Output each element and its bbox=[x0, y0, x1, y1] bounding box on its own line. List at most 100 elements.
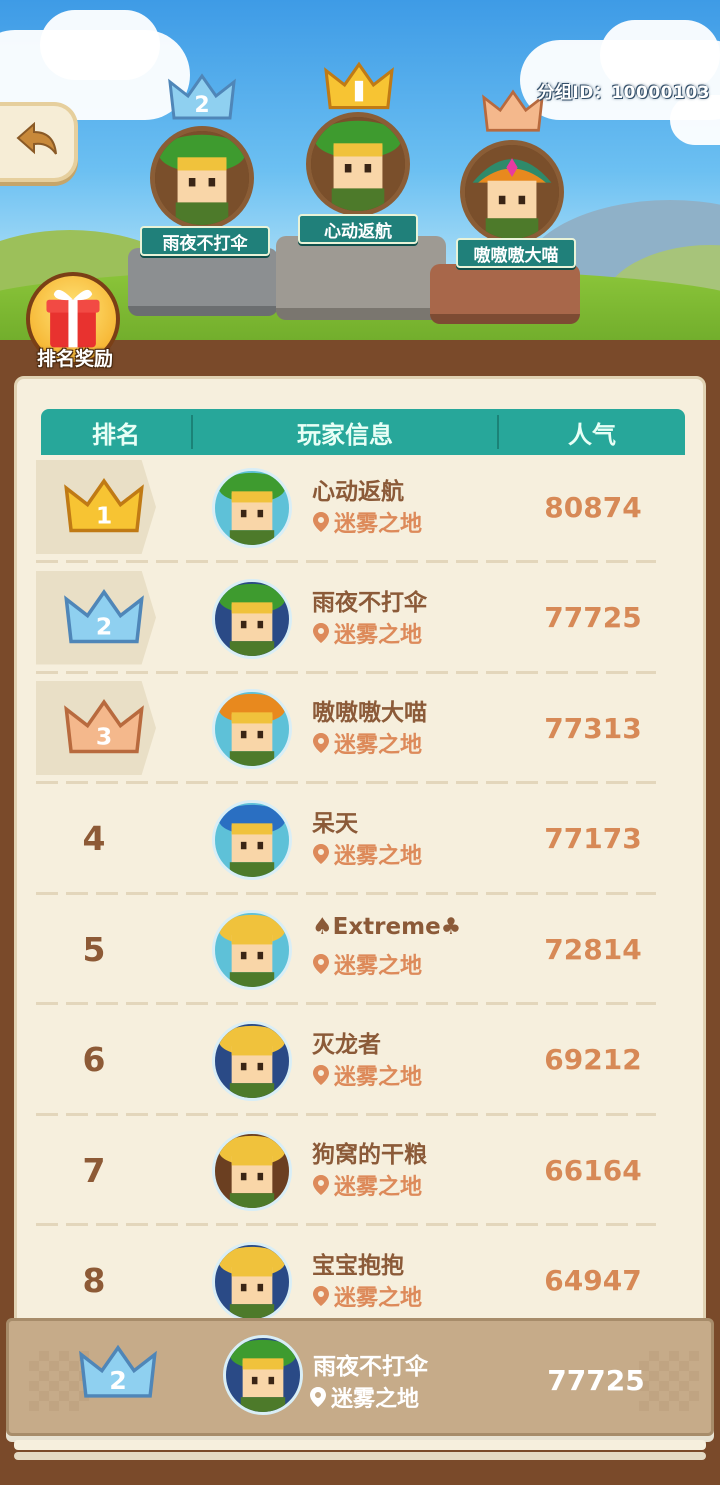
row-divider bbox=[36, 1223, 656, 1226]
location-text: 迷雾之地 bbox=[334, 843, 423, 869]
my-avatar[interactable] bbox=[223, 1335, 303, 1415]
table-row[interactable]: 6 灭龙者 迷雾之地 69212 bbox=[36, 1011, 656, 1109]
character-face-icon bbox=[218, 1246, 286, 1319]
player-location: 迷雾之地 bbox=[312, 506, 422, 538]
player-location: 迷雾之地 bbox=[312, 1169, 422, 1201]
player-avatar[interactable] bbox=[212, 1131, 292, 1211]
location-text: 迷雾之地 bbox=[334, 1064, 423, 1090]
player-avatar[interactable] bbox=[212, 468, 292, 548]
table-row[interactable]: 2 雨夜不打伞 迷雾之地 77725 bbox=[36, 569, 656, 667]
player-avatar[interactable] bbox=[212, 1241, 292, 1322]
player-avatar[interactable] bbox=[212, 799, 292, 880]
player-name: 狗窝的干粮 bbox=[312, 1142, 427, 1168]
table-row[interactable]: 3 嗷嗷嗷大喵 迷雾之地 77313 bbox=[36, 679, 656, 777]
location-pin-icon bbox=[313, 1064, 329, 1085]
my-popularity: 77725 bbox=[547, 1363, 645, 1397]
rank-number: 8 bbox=[82, 1261, 106, 1300]
table-row[interactable]: 4 呆天 迷雾之地 77173 bbox=[36, 790, 656, 888]
player-name: ♠Extreme♣ bbox=[312, 914, 462, 940]
player-location: 迷雾之地 bbox=[312, 617, 422, 649]
rank-number: 7 bbox=[82, 1150, 106, 1190]
row-divider bbox=[36, 1002, 656, 1005]
panel-bottom-edge bbox=[14, 1440, 706, 1450]
pedestal-rank-2 bbox=[128, 248, 278, 316]
location-text: 迷雾之地 bbox=[334, 622, 423, 648]
row-divider bbox=[36, 891, 656, 895]
popularity-value: 77313 bbox=[544, 711, 642, 745]
popularity-value: 64947 bbox=[544, 1264, 642, 1297]
rank-number: 6 bbox=[82, 1040, 106, 1079]
location-text: 迷雾之地 bbox=[334, 1175, 423, 1200]
player-avatar[interactable] bbox=[212, 910, 292, 990]
back-button[interactable] bbox=[0, 102, 78, 182]
location-pin-icon bbox=[310, 1387, 326, 1407]
location-pin-icon bbox=[313, 512, 329, 532]
back-arrow-icon bbox=[16, 122, 57, 155]
crown-silver-icon: 2 bbox=[168, 73, 236, 120]
character-face-icon bbox=[218, 583, 286, 656]
panel-bottom-shadow bbox=[14, 1452, 706, 1460]
pedestal-rank-1 bbox=[276, 236, 446, 320]
character-face-icon bbox=[465, 145, 559, 239]
rank-number: 4 bbox=[82, 819, 106, 858]
table-row[interactable]: 1 心动返航 迷雾之地 80874 bbox=[36, 458, 656, 556]
svg-text:2: 2 bbox=[194, 93, 209, 118]
my-player-location: 迷雾之地 bbox=[309, 1381, 419, 1413]
player-location: 迷雾之地 bbox=[312, 838, 422, 870]
popularity-value: 80874 bbox=[544, 490, 642, 524]
header-player-info: 玩家信息 bbox=[297, 420, 393, 449]
player-name: 宝宝抱抱 bbox=[312, 1252, 404, 1279]
player-name: 心动返航 bbox=[312, 479, 404, 505]
podium-name-1: 心动返航 bbox=[298, 214, 418, 244]
player-name: 雨夜不打伞 bbox=[312, 589, 427, 616]
podium-avatar-3[interactable] bbox=[460, 140, 564, 244]
character-face-icon bbox=[218, 693, 286, 766]
group-id-label: 分组ID：10000103 bbox=[537, 83, 710, 103]
header-rank: 排名 bbox=[92, 420, 140, 449]
player-name: 呆天 bbox=[312, 810, 358, 837]
player-name: 灭龙者 bbox=[312, 1031, 381, 1058]
player-avatar[interactable] bbox=[212, 578, 292, 659]
character-face-icon bbox=[218, 472, 286, 545]
player-location: 迷雾之地 bbox=[312, 1059, 422, 1091]
table-row[interactable]: 7 狗窝的干粮 迷雾之地 66164 bbox=[36, 1121, 656, 1219]
location-text: 迷雾之地 bbox=[334, 954, 423, 979]
svg-text:1: 1 bbox=[96, 501, 112, 529]
header-popularity: 人气 bbox=[568, 420, 616, 449]
character-face-icon bbox=[218, 1025, 286, 1098]
player-avatar[interactable] bbox=[212, 689, 292, 769]
podium-scene: 2 雨夜不打伞 心动返航 嗷嗷嗷大喵 分组ID：10000103 排名奖励 bbox=[0, 0, 720, 380]
row-divider bbox=[36, 1112, 656, 1116]
table-row[interactable]: 5 ♠Extreme♣ 迷雾之地 72814 bbox=[36, 900, 656, 998]
svg-text:2: 2 bbox=[96, 612, 112, 640]
svg-text:2: 2 bbox=[109, 1366, 127, 1395]
player-location: 迷雾之地 bbox=[312, 727, 422, 759]
location-pin-icon bbox=[313, 1175, 329, 1195]
podium-avatar-2[interactable] bbox=[150, 126, 254, 230]
location-pin-icon bbox=[313, 622, 329, 643]
podium-avatar-1[interactable] bbox=[306, 112, 410, 216]
character-face-icon bbox=[155, 131, 249, 225]
svg-text:3: 3 bbox=[96, 722, 112, 750]
popularity-value: 69212 bbox=[544, 1043, 642, 1076]
player-avatar[interactable] bbox=[212, 1020, 292, 1101]
podium-name-2: 雨夜不打伞 bbox=[140, 226, 270, 256]
my-rank-row[interactable]: 2 雨夜不打伞 迷雾之地 77725 bbox=[6, 1318, 714, 1436]
row-divider bbox=[36, 560, 656, 563]
podium-name-3: 嗷嗷嗷大喵 bbox=[456, 238, 576, 268]
crown-bronze-icon bbox=[482, 89, 544, 132]
table-row[interactable]: 8 宝宝抱抱 迷雾之地 64947 bbox=[36, 1232, 656, 1330]
cloud bbox=[40, 10, 160, 80]
player-name: 嗷嗷嗷大喵 bbox=[312, 700, 427, 726]
location-pin-icon bbox=[313, 843, 329, 864]
my-player-name: 雨夜不打伞 bbox=[313, 1354, 428, 1380]
location-text: 迷雾之地 bbox=[334, 733, 423, 758]
popularity-value: 66164 bbox=[544, 1153, 642, 1187]
player-location: 迷雾之地 bbox=[312, 948, 422, 980]
row-divider bbox=[36, 781, 656, 784]
player-location: 迷雾之地 bbox=[312, 1280, 422, 1312]
pedestal-rank-3 bbox=[430, 264, 580, 324]
location-text: 迷雾之地 bbox=[334, 1285, 423, 1311]
crown-bronze-icon: 3 bbox=[64, 699, 144, 754]
popularity-value: 72814 bbox=[544, 932, 642, 966]
